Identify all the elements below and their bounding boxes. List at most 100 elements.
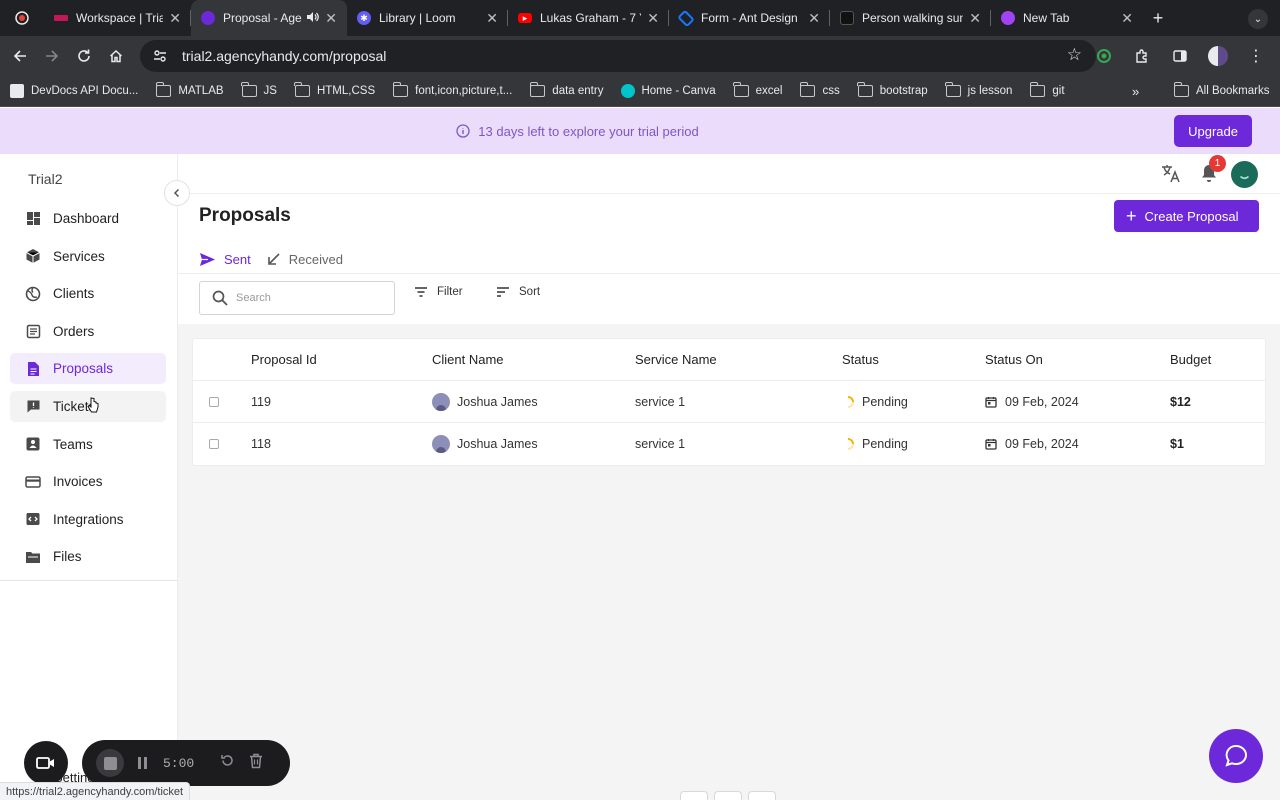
address-url[interactable]: trial2.agencyhandy.com/proposal <box>182 48 386 64</box>
close-tab-icon[interactable]: ✕ <box>486 10 498 27</box>
close-tab-icon[interactable]: ✕ <box>169 10 181 27</box>
client-avatar <box>432 392 450 411</box>
bookmark-folder[interactable]: css <box>799 82 840 97</box>
bookmark-folder[interactable]: git <box>1029 82 1065 97</box>
bookmark-star-icon[interactable]: ☆ <box>1067 45 1082 65</box>
bookmark-canva[interactable]: Home - Canva <box>621 84 716 98</box>
browser-menu-icon[interactable]: ⋮ <box>1240 40 1272 72</box>
chat-launcher-button[interactable] <box>1209 729 1263 783</box>
bookmark-folder[interactable]: JS <box>241 82 277 97</box>
reload-icon[interactable] <box>68 40 100 72</box>
sidebar-item-dashboard[interactable]: Dashboard <box>10 203 166 234</box>
bookmark-folder[interactable]: data entry <box>529 82 603 97</box>
browser-tab[interactable]: ▸ Lukas Graham - 7 Years ✕ <box>508 0 669 36</box>
translate-icon[interactable] <box>1160 162 1182 189</box>
close-tab-icon[interactable]: ✕ <box>1121 10 1133 27</box>
browser-tab[interactable]: Person walking sunset ✕ <box>830 0 991 36</box>
column-header[interactable]: Budget <box>1170 339 1211 380</box>
bookmark-folder[interactable]: bootstrap <box>857 82 928 97</box>
trash-icon[interactable] <box>249 753 263 774</box>
pagination-prev[interactable] <box>680 791 708 800</box>
tab-title: Proposal - Agency <box>223 11 302 25</box>
folder-icon <box>733 82 749 97</box>
proposal-id[interactable]: 119 <box>251 381 271 422</box>
sidebar-item-invoices[interactable]: Invoices <box>10 466 166 497</box>
close-tab-icon[interactable]: ✕ <box>808 10 820 27</box>
user-avatar[interactable] <box>1231 161 1258 188</box>
browser-tab[interactable]: Form - Ant Design ✕ <box>669 0 830 36</box>
upgrade-button[interactable]: Upgrade <box>1174 115 1252 147</box>
table-row[interactable]: 119 Joshua James service 1 Pending 09 Fe… <box>193 381 1265 423</box>
address-bar[interactable]: trial2.agencyhandy.com/proposal ☆ <box>140 40 1096 72</box>
bookmark-folder[interactable]: font,icon,picture,t... <box>392 82 512 97</box>
browser-tab[interactable]: Workspace | Trial ✕ <box>44 0 191 36</box>
sidebar-item-proposals[interactable]: Proposals <box>10 353 166 385</box>
service-name: service 1 <box>635 394 686 409</box>
side-panel-icon[interactable] <box>1164 40 1196 72</box>
column-header[interactable]: Status <box>842 339 879 380</box>
tab-title: Workspace | Trial <box>76 11 164 25</box>
browser-tab[interactable]: ✱ Library | Loom ✕ <box>347 0 508 36</box>
all-bookmarks[interactable]: All Bookmarks <box>1173 82 1270 97</box>
filter-button[interactable]: Filter <box>414 286 463 298</box>
speaker-icon[interactable] <box>306 11 320 26</box>
globe-icon <box>25 286 41 302</box>
sort-button[interactable]: Sort <box>496 286 540 298</box>
column-header[interactable]: Client Name <box>432 339 504 380</box>
bookmark-folder[interactable]: MATLAB <box>155 82 224 97</box>
restart-icon[interactable] <box>220 753 235 773</box>
new-tab-icon[interactable]: + <box>1143 8 1173 29</box>
pagination-next[interactable] <box>748 791 776 800</box>
site-info-icon[interactable] <box>152 48 168 64</box>
row-checkbox[interactable] <box>209 439 219 449</box>
close-tab-icon[interactable]: ✕ <box>969 10 981 27</box>
home-icon[interactable] <box>100 40 132 72</box>
sidebar-divider <box>0 580 178 581</box>
client-name[interactable]: Joshua James <box>457 395 538 409</box>
bookmark-folder[interactable]: excel <box>733 82 782 97</box>
proposals-table: Proposal Id Client Name Service Name Sta… <box>192 338 1266 466</box>
sidebar-item-teams[interactable]: Teams <box>10 429 166 460</box>
bookmark-label: Home - Canva <box>641 85 716 97</box>
tab-sent[interactable]: Sent <box>199 244 251 275</box>
pause-icon[interactable] <box>138 757 147 769</box>
forward-icon[interactable] <box>36 40 68 72</box>
browser-tab[interactable]: New Tab ✕ <box>991 0 1143 36</box>
devdocs-icon <box>10 84 24 98</box>
bookmark-devdocs[interactable]: DevDocs API Docu... <box>10 84 138 98</box>
table-row[interactable]: 118 Joshua James service 1 Pending 09 Fe… <box>193 423 1265 465</box>
sidebar-item-integrations[interactable]: Integrations <box>10 504 166 535</box>
sidebar-item-services[interactable]: Services <box>10 241 166 272</box>
more-bookmarks-icon[interactable]: » <box>1132 84 1139 99</box>
column-header[interactable]: Service Name <box>635 339 717 380</box>
tab-search-icon[interactable]: ⌄ <box>1248 9 1268 29</box>
sidebar-item-label: Invoices <box>53 474 103 490</box>
youtube-icon: ▸ <box>518 13 532 23</box>
pagination-page[interactable] <box>714 791 742 800</box>
browser-tab-active[interactable]: Proposal - Agency ✕ <box>191 0 347 36</box>
sidebar-item-files[interactable]: Files <box>10 541 166 572</box>
close-tab-icon[interactable]: ✕ <box>647 10 659 27</box>
client-name[interactable]: Joshua James <box>457 437 538 451</box>
collapse-sidebar-button[interactable] <box>164 180 190 206</box>
extensions-puzzle-icon[interactable] <box>1126 40 1158 72</box>
search-input[interactable] <box>236 292 376 304</box>
column-header[interactable]: Status On <box>985 339 1043 380</box>
profile-avatar-icon[interactable] <box>1202 40 1234 72</box>
close-tab-icon[interactable]: ✕ <box>325 10 337 27</box>
sidebar-item-orders[interactable]: Orders <box>10 316 166 347</box>
row-checkbox[interactable] <box>209 396 219 407</box>
back-icon[interactable] <box>4 40 36 72</box>
bookmark-folder[interactable]: js lesson <box>945 82 1012 97</box>
tab-favicon-icon <box>201 11 215 25</box>
loom-camera-button[interactable] <box>24 741 68 785</box>
tab-received[interactable]: Received <box>267 244 343 274</box>
create-proposal-button[interactable]: + Create Proposal <box>1114 200 1259 232</box>
sidebar-item-clients[interactable]: Clients <box>10 278 166 309</box>
column-header[interactable]: Proposal Id <box>251 339 317 380</box>
search-box[interactable] <box>199 281 395 315</box>
proposal-id[interactable]: 118 <box>251 423 271 465</box>
stop-recording-button[interactable] <box>96 749 124 777</box>
bookmark-folder[interactable]: HTML,CSS <box>294 82 375 97</box>
extension-green-icon[interactable] <box>1088 40 1120 72</box>
